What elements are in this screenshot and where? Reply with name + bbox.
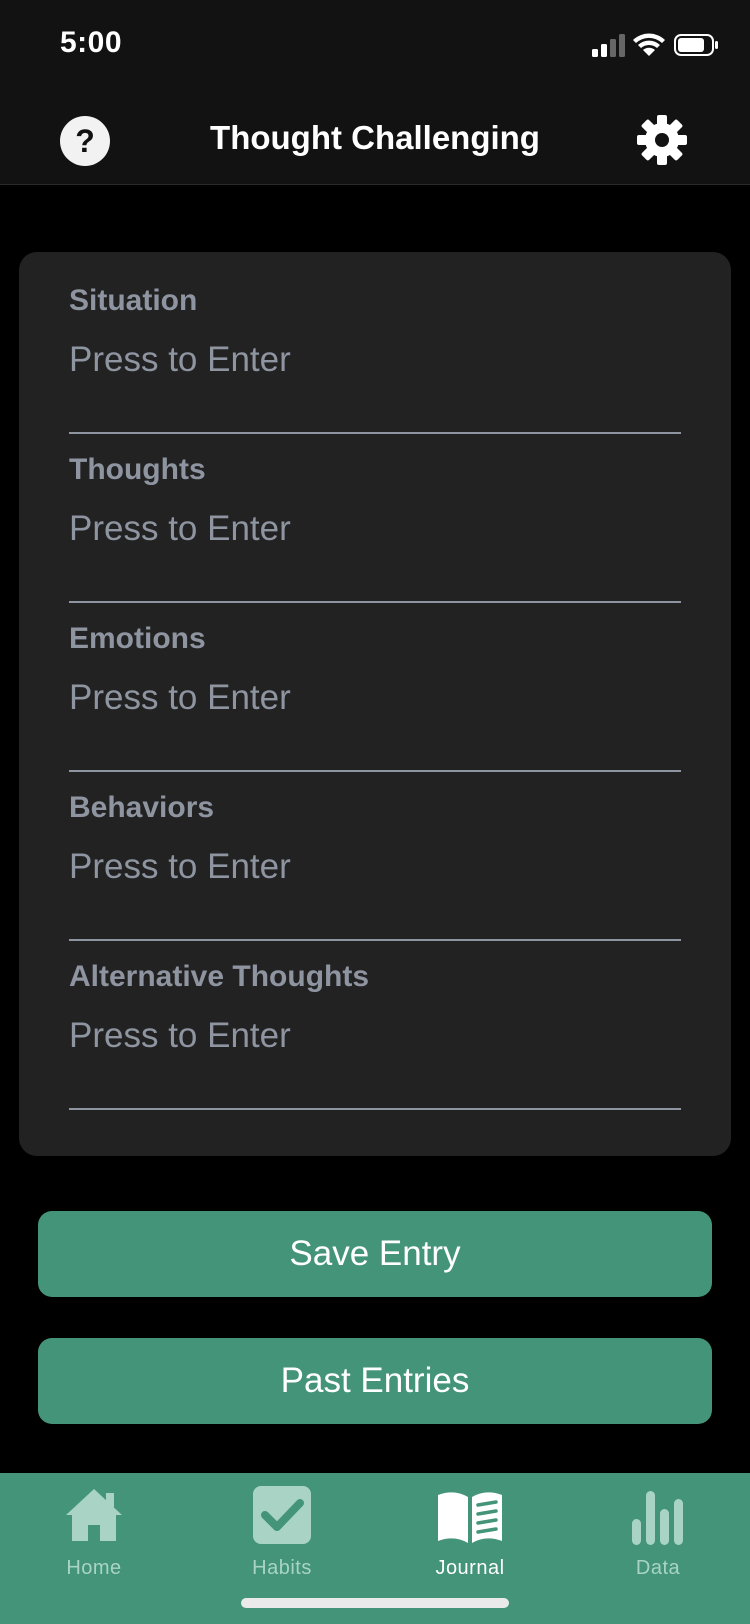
thoughts-input[interactable]: Press to Enter: [69, 509, 291, 549]
alternative-thoughts-underline: [69, 1108, 681, 1110]
question-mark-icon: ?: [75, 123, 95, 159]
behaviors-underline: [69, 939, 681, 941]
tab-data[interactable]: Data: [564, 1473, 750, 1593]
thoughts-underline: [69, 601, 681, 603]
status-bar: 5:00: [0, 0, 750, 92]
bar-chart-icon: [632, 1491, 683, 1545]
alternative-thoughts-field[interactable]: Alternative Thoughts Press to Enter: [69, 960, 681, 1110]
tab-journal-label: Journal: [435, 1557, 505, 1579]
situation-field[interactable]: Situation Press to Enter: [69, 284, 681, 434]
past-entries-button[interactable]: Past Entries: [38, 1338, 712, 1424]
behaviors-field[interactable]: Behaviors Press to Enter: [69, 791, 681, 941]
thoughts-field[interactable]: Thoughts Press to Enter: [69, 453, 681, 603]
behaviors-label: Behaviors: [69, 791, 215, 824]
home-icon: [66, 1489, 122, 1541]
tab-journal[interactable]: Journal: [376, 1473, 564, 1593]
emotions-underline: [69, 770, 681, 772]
checkbox-icon: [253, 1486, 311, 1544]
emotions-input[interactable]: Press to Enter: [69, 678, 291, 718]
navigation-header: Thought Challenging ?: [0, 92, 750, 185]
situation-input[interactable]: Press to Enter: [69, 340, 291, 380]
behaviors-input[interactable]: Press to Enter: [69, 847, 291, 887]
emotions-label: Emotions: [69, 622, 206, 655]
tab-home[interactable]: Home: [0, 1473, 188, 1593]
wifi-icon: [633, 33, 665, 56]
situation-label: Situation: [69, 284, 198, 317]
battery-icon: [674, 34, 718, 56]
home-indicator[interactable]: [241, 1598, 509, 1608]
cellular-signal-icon: [592, 34, 625, 57]
tab-habits-label: Habits: [252, 1557, 312, 1579]
tab-data-label: Data: [635, 1557, 681, 1579]
alternative-thoughts-label: Alternative Thoughts: [69, 960, 370, 993]
tab-habits[interactable]: Habits: [188, 1473, 376, 1593]
situation-underline: [69, 432, 681, 434]
thoughts-label: Thoughts: [69, 453, 206, 486]
save-entry-button[interactable]: Save Entry: [38, 1211, 712, 1297]
gear-icon[interactable]: [636, 114, 688, 166]
status-time: 5:00: [60, 26, 123, 59]
journal-form-card: Situation Press to Enter Thoughts Press …: [19, 252, 731, 1156]
emotions-field[interactable]: Emotions Press to Enter: [69, 622, 681, 772]
book-icon: [438, 1492, 502, 1543]
tab-home-label: Home: [66, 1557, 122, 1579]
status-icons: [592, 33, 718, 57]
alternative-thoughts-input[interactable]: Press to Enter: [69, 1016, 291, 1056]
help-button[interactable]: ?: [60, 116, 110, 166]
